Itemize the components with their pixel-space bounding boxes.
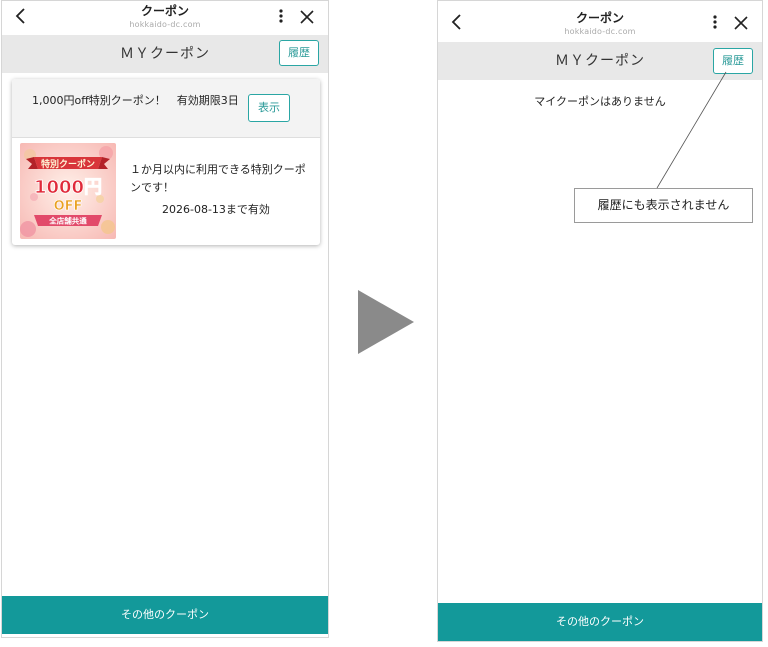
sub-header: ＭＹクーポン 履歴 [2, 35, 328, 73]
coupon-card-body: 特別クーポン 1000円 OFF 全店舗共通 １か月以内に利用できる特別クーポン… [12, 137, 320, 245]
top-bar: クーポン hokkaido-dc.com [438, 1, 762, 41]
other-coupons-button[interactable]: その他のクーポン [438, 603, 762, 641]
history-button[interactable]: 履歴 [279, 40, 319, 66]
close-icon [734, 15, 748, 34]
close-icon [300, 9, 314, 28]
history-button[interactable]: 履歴 [713, 48, 753, 74]
menu-button[interactable] [272, 5, 290, 31]
callout-note: 履歴にも表示されません [574, 188, 753, 223]
other-coupons-button[interactable]: その他のクーポン [2, 596, 328, 634]
kebab-menu-icon [279, 8, 283, 28]
chevron-left-icon [15, 8, 27, 28]
chevron-left-icon [451, 14, 463, 34]
coupon-amount-text: 1000円 [34, 177, 102, 198]
close-button[interactable] [294, 5, 320, 31]
domain-label: hokkaido-dc.com [564, 27, 636, 36]
page-title: クーポン [140, 4, 189, 18]
play-arrow-icon [358, 290, 414, 354]
left-screen: クーポン hokkaido-dc.com ＭＹクーポン 履歴 1,000円off… [1, 0, 329, 638]
right-screen: クーポン hokkaido-dc.com ＭＹクーポン 履歴 マイクーポンはあり… [437, 0, 763, 642]
back-button[interactable] [444, 11, 470, 37]
close-button[interactable] [728, 11, 754, 37]
coupon-off-text: OFF [54, 199, 83, 214]
menu-button[interactable] [706, 11, 724, 37]
coupon-expiry: 2026-08-13まで有効 [162, 203, 270, 216]
kebab-menu-icon [713, 14, 717, 34]
coupon-ribbon-text: 全店舗共通 [48, 216, 87, 226]
coupon-image: 特別クーポン 1000円 OFF 全店舗共通 [20, 143, 116, 239]
coupon-description: １か月以内に利用できる特別クーポンです！ [130, 163, 306, 194]
coupon-card-header: 1,000円off特別クーポン！ 有効期限3日 表示 [12, 79, 320, 138]
back-button[interactable] [8, 5, 34, 31]
page-title: クーポン [575, 11, 624, 25]
top-bar: クーポン hokkaido-dc.com [2, 1, 328, 35]
show-coupon-button[interactable]: 表示 [248, 94, 290, 122]
empty-message: マイクーポンはありません [534, 95, 666, 108]
coupon-name: 1,000円off特別クーポン！ 有効期限3日 [32, 94, 239, 107]
coupon-card: 1,000円off特別クーポン！ 有効期限3日 表示 特別クーポン 1000円 … [12, 79, 320, 245]
sub-header: ＭＹクーポン 履歴 [438, 42, 762, 80]
domain-label: hokkaido-dc.com [129, 20, 201, 29]
coupon-banner-text: 特別クーポン [41, 158, 95, 170]
